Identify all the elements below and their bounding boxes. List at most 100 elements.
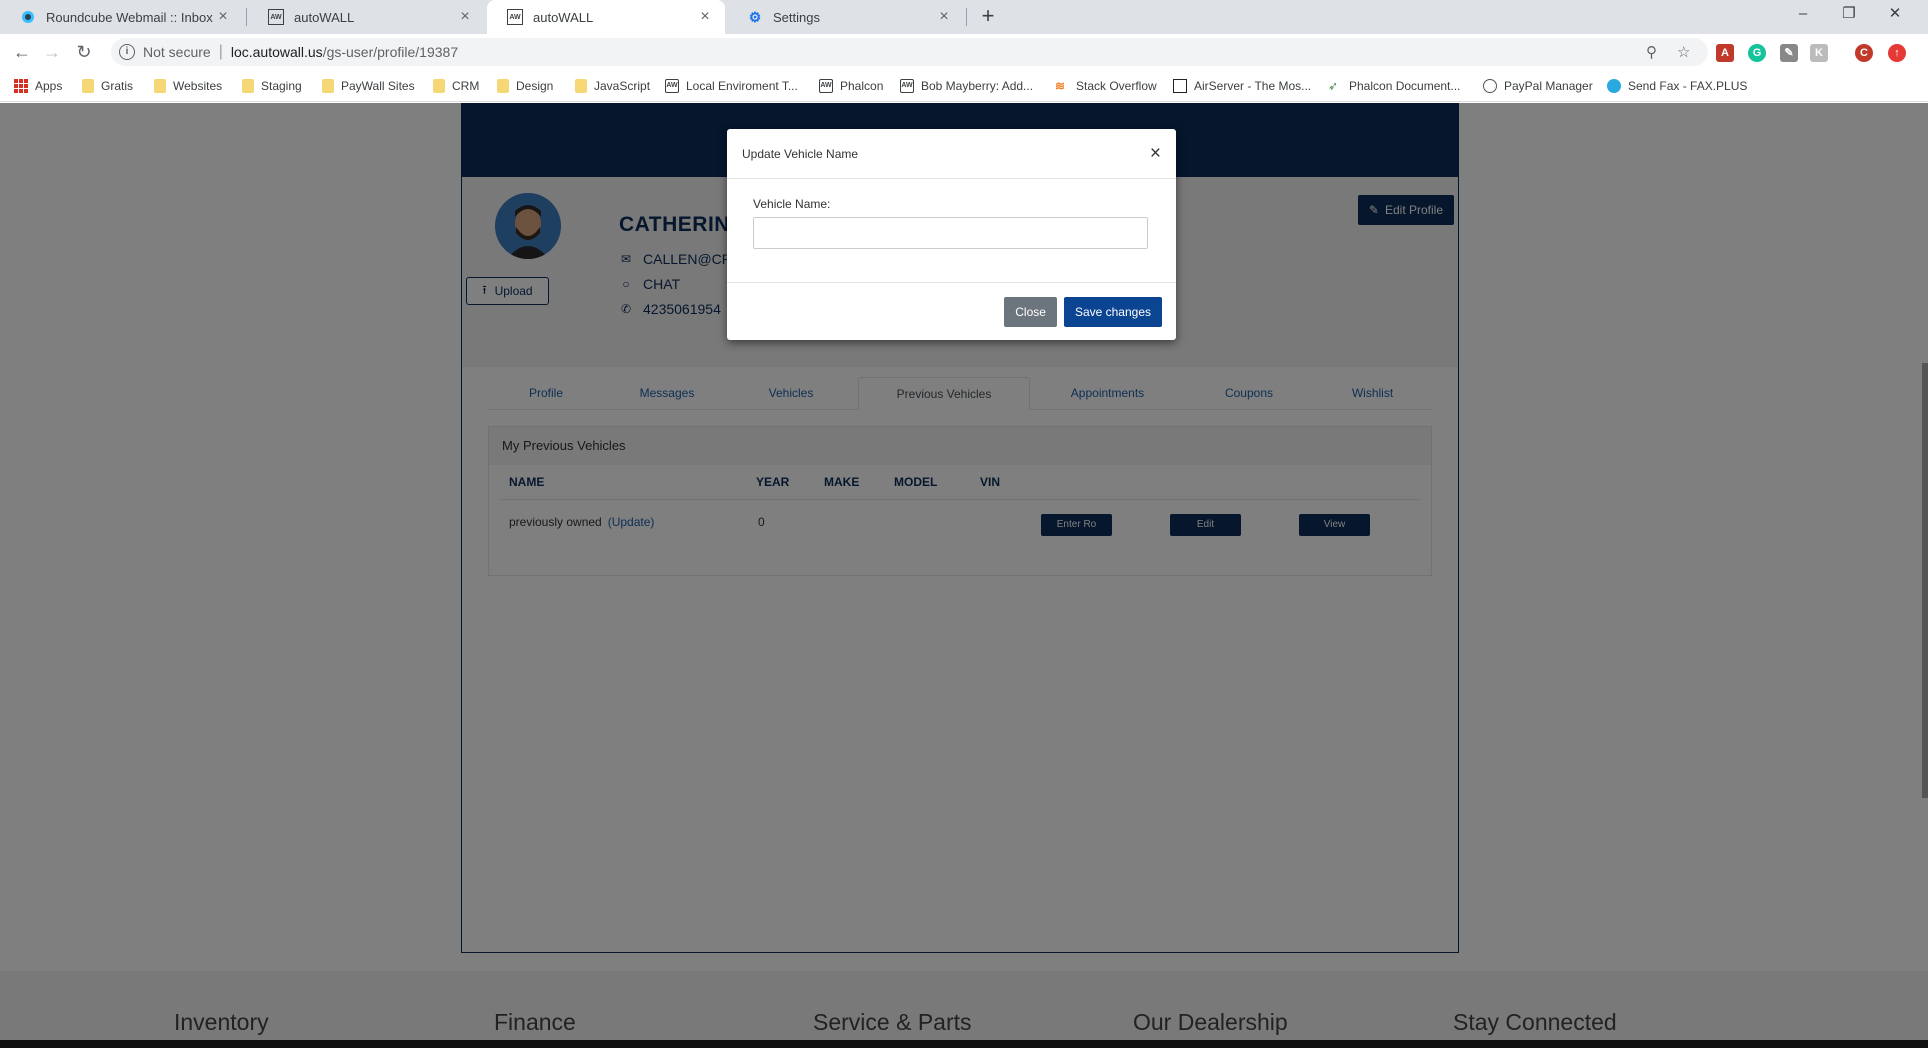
bookmark-phalcon[interactable]: AW Phalcon — [819, 76, 883, 96]
bookmark-phalcon-docs[interactable]: ➶ Phalcon Document... — [1328, 76, 1460, 96]
bookmark-crm[interactable]: CRM — [433, 76, 479, 96]
pdf-extension-icon[interactable]: A — [1716, 44, 1734, 62]
roundcube-icon — [20, 9, 36, 25]
address-bar[interactable]: i Not secure | loc.autowall.us /gs-user/… — [111, 38, 1708, 66]
update-vehicle-modal: Update Vehicle Name × Vehicle Name: Clos… — [727, 129, 1176, 340]
folder-icon — [433, 79, 445, 93]
close-button[interactable]: Close — [1004, 296, 1057, 327]
close-icon[interactable]: × — [697, 8, 713, 26]
autowall-icon: AW — [268, 9, 284, 25]
browser-toolbar: ← → ↻ i Not secure | loc.autowall.us /gs… — [0, 34, 1928, 70]
bookmark-label: CRM — [452, 79, 480, 93]
bookmark-javascript[interactable]: JavaScript — [575, 76, 650, 96]
bookmark-send-fax[interactable]: Send Fax - FAX.PLUS — [1607, 76, 1747, 96]
airserver-icon — [1173, 79, 1187, 93]
bookmark-paywall-sites[interactable]: PayWall Sites — [322, 76, 415, 96]
url-path: /gs-user/profile/19387 — [322, 44, 459, 60]
bookmark-gratis[interactable]: Gratis — [82, 76, 133, 96]
autowall-icon: AW — [665, 79, 679, 93]
browser-tabstrip: Roundcube Webmail :: Inbox × AW autoWALL… — [0, 0, 1928, 34]
bookmark-staging[interactable]: Staging — [242, 76, 302, 96]
autowall-icon: AW — [507, 9, 523, 25]
folder-icon — [322, 79, 334, 93]
tab-separator — [246, 8, 247, 26]
restore-button[interactable]: ❐ — [1826, 0, 1872, 30]
folder-icon — [575, 79, 587, 93]
bookmark-label: AirServer - The Mos... — [1194, 79, 1312, 93]
bookmark-paypal-manager[interactable]: PayPal Manager — [1483, 76, 1593, 96]
modal-body: Vehicle Name: — [727, 179, 1176, 283]
bookmark-label: PayWall Sites — [341, 79, 415, 93]
forward-arrow-icon[interactable]: → — [40, 40, 64, 64]
minimize-button[interactable]: – — [1780, 0, 1826, 30]
window-close-button[interactable]: ✕ — [1872, 0, 1918, 30]
stackoverflow-icon: ≋ — [1055, 79, 1066, 93]
modal-header: Update Vehicle Name × — [727, 129, 1176, 179]
tab-separator — [966, 8, 967, 26]
new-tab-button[interactable]: + — [975, 4, 1001, 30]
bookmark-apps[interactable]: Apps — [14, 76, 62, 96]
tab-title: autoWALL — [294, 9, 355, 25]
close-icon[interactable]: × — [936, 8, 952, 26]
tab-title: Roundcube Webmail :: Inbox — [46, 9, 213, 25]
bookmark-label: Websites — [173, 79, 223, 93]
autowall-icon: AW — [819, 79, 833, 93]
bookmark-label: Gratis — [101, 79, 134, 93]
back-arrow-icon[interactable]: ← — [10, 40, 34, 64]
bookmark-websites[interactable]: Websites — [154, 76, 222, 96]
gear-icon: ⚙ — [748, 8, 762, 25]
zoom-icon[interactable]: ⚲ — [1646, 43, 1657, 61]
bookmark-local-environment[interactable]: AW Local Enviroment T... — [665, 76, 798, 96]
tab-title: autoWALL — [533, 9, 594, 25]
fax-icon — [1607, 79, 1621, 93]
bookmark-label: Local Enviroment T... — [686, 79, 798, 93]
folder-icon — [497, 79, 509, 93]
bookmark-label: Phalcon Document... — [1349, 79, 1461, 93]
bookmark-bob-mayberry[interactable]: AW Bob Mayberry: Add... — [900, 76, 1033, 96]
star-icon[interactable]: ☆ — [1677, 43, 1690, 61]
vehicle-name-input[interactable] — [753, 217, 1148, 249]
close-icon[interactable]: × — [457, 8, 473, 26]
grammarly-icon[interactable]: G — [1748, 44, 1766, 62]
bookmark-label: Send Fax - FAX.PLUS — [1628, 79, 1748, 93]
bookmark-label: Bob Mayberry: Add... — [921, 79, 1034, 93]
bookmark-design[interactable]: Design — [497, 76, 553, 96]
eyedropper-extension-icon[interactable]: ✎ — [1780, 44, 1798, 62]
close-icon[interactable]: × — [215, 8, 231, 26]
reload-icon[interactable]: ↻ — [72, 40, 96, 64]
info-icon[interactable]: i — [119, 44, 135, 60]
url-divider: | — [218, 43, 223, 60]
bookmarks-bar: Apps Gratis Websites Staging PayWall Sit… — [0, 70, 1928, 102]
browser-tab-autowall-active[interactable]: AW autoWALL × — [487, 0, 725, 34]
vehicle-name-label: Vehicle Name: — [753, 197, 831, 211]
bookmark-label: Design — [516, 79, 554, 93]
folder-icon — [242, 79, 254, 93]
autowall-icon: AW — [900, 79, 914, 93]
bookmark-stack-overflow[interactable]: ≋ Stack Overflow — [1055, 76, 1157, 96]
update-icon[interactable]: ↑ — [1888, 44, 1906, 62]
bookmark-label: Staging — [261, 79, 302, 93]
security-label: Not secure — [143, 44, 211, 60]
bookmark-label: Phalcon — [840, 79, 884, 93]
modal-footer: Close Save changes — [727, 283, 1176, 340]
browser-tab-autowall[interactable]: AW autoWALL × — [248, 0, 485, 34]
url-host: loc.autowall.us — [230, 44, 323, 60]
avatar-icon[interactable]: C — [1855, 44, 1873, 62]
bookmark-label: JavaScript — [594, 79, 651, 93]
bookmark-airserver[interactable]: AirServer - The Mos... — [1173, 76, 1311, 96]
extension-icon[interactable]: K — [1810, 44, 1828, 62]
save-changes-button[interactable]: Save changes — [1063, 296, 1162, 327]
scrollbar-thumb[interactable] — [1922, 363, 1928, 798]
bookmark-label: Apps — [35, 79, 63, 93]
modal-title: Update Vehicle Name — [742, 146, 859, 161]
phalcon-icon: ➶ — [1328, 79, 1339, 93]
bookmark-label: Stack Overflow — [1076, 79, 1157, 93]
close-icon[interactable]: × — [1150, 144, 1161, 163]
tab-title: Settings — [773, 9, 820, 25]
folder-icon — [82, 79, 94, 93]
bookmark-label: PayPal Manager — [1504, 79, 1593, 93]
browser-tab-settings[interactable]: ⚙ Settings × — [727, 0, 964, 34]
paypal-icon — [1483, 79, 1497, 93]
browser-tab-roundcube[interactable]: Roundcube Webmail :: Inbox × — [0, 0, 243, 34]
folder-icon — [154, 79, 166, 93]
